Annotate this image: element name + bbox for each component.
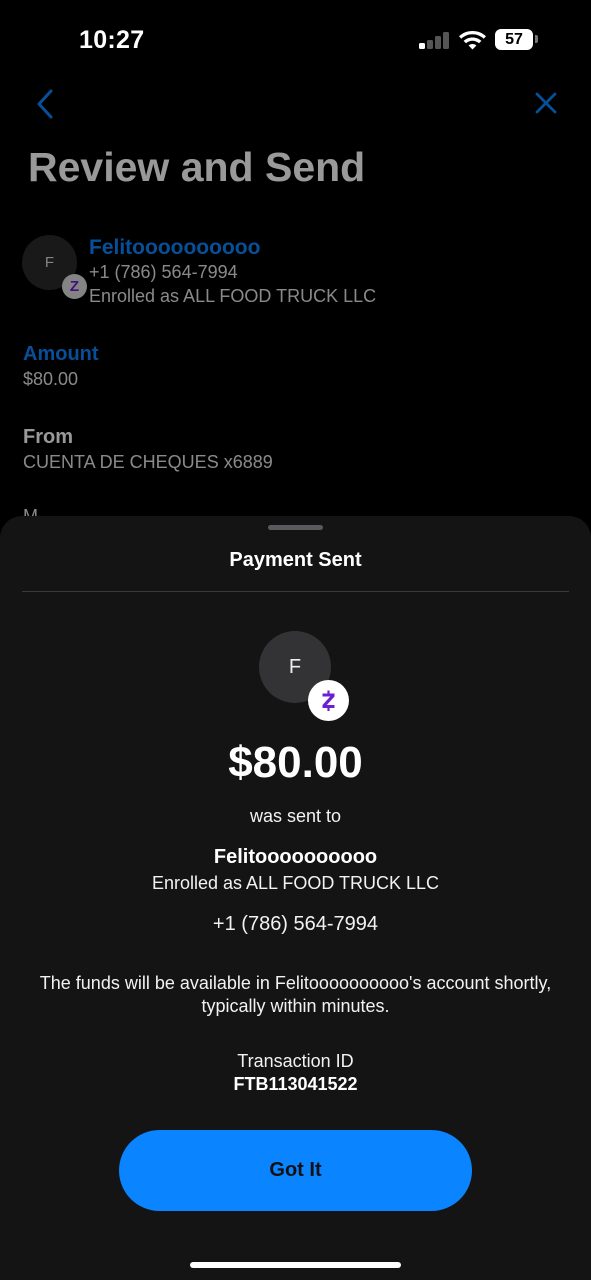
transaction-id-value: FTB113041522 <box>233 1074 358 1094</box>
sheet-grabber[interactable] <box>268 525 323 530</box>
recipient-phone: +1 (786) 564-7994 <box>89 262 238 282</box>
recipient-enrolled: Enrolled as ALL FOOD TRUCK LLC <box>151 873 440 893</box>
recipient-enrolled: Enrolled as ALL FOOD TRUCK LLC <box>89 286 377 306</box>
funds-availability-note: The funds will be available in Felitoooo… <box>39 973 552 1016</box>
amount-sent: $80.00 <box>228 738 363 787</box>
page-title: Review and Send <box>28 144 366 190</box>
recipient-name: Felitoooooooooo <box>213 846 378 868</box>
sent-to-text: was sent to <box>249 806 342 826</box>
amount-value: $80.00 <box>23 369 79 389</box>
sheet-title: Payment Sent <box>229 549 362 571</box>
screen: 10:27 57 Review and Send F Z Felitoooooo… <box>0 0 591 1280</box>
recipient-name: Felitoooooooooo <box>89 236 261 259</box>
got-it-button[interactable]: Got It <box>119 1130 472 1211</box>
from-label: From <box>23 426 73 448</box>
transaction-id-label: Transaction ID <box>237 1051 354 1071</box>
recipient-phone: +1 (786) 564-7994 <box>212 913 379 935</box>
zelle-badge-icon: Z <box>62 274 87 299</box>
from-value: CUENTA DE CHEQUES x6889 <box>23 452 273 472</box>
zelle-logo-icon <box>308 680 349 721</box>
divider <box>22 591 569 592</box>
close-icon[interactable] <box>534 91 558 115</box>
back-chevron-icon[interactable] <box>33 88 57 120</box>
home-indicator[interactable] <box>190 1262 401 1268</box>
payment-sent-sheet: Payment Sent F $80.00 was sent to Felito… <box>0 516 591 1280</box>
amount-label: Amount <box>23 343 99 365</box>
